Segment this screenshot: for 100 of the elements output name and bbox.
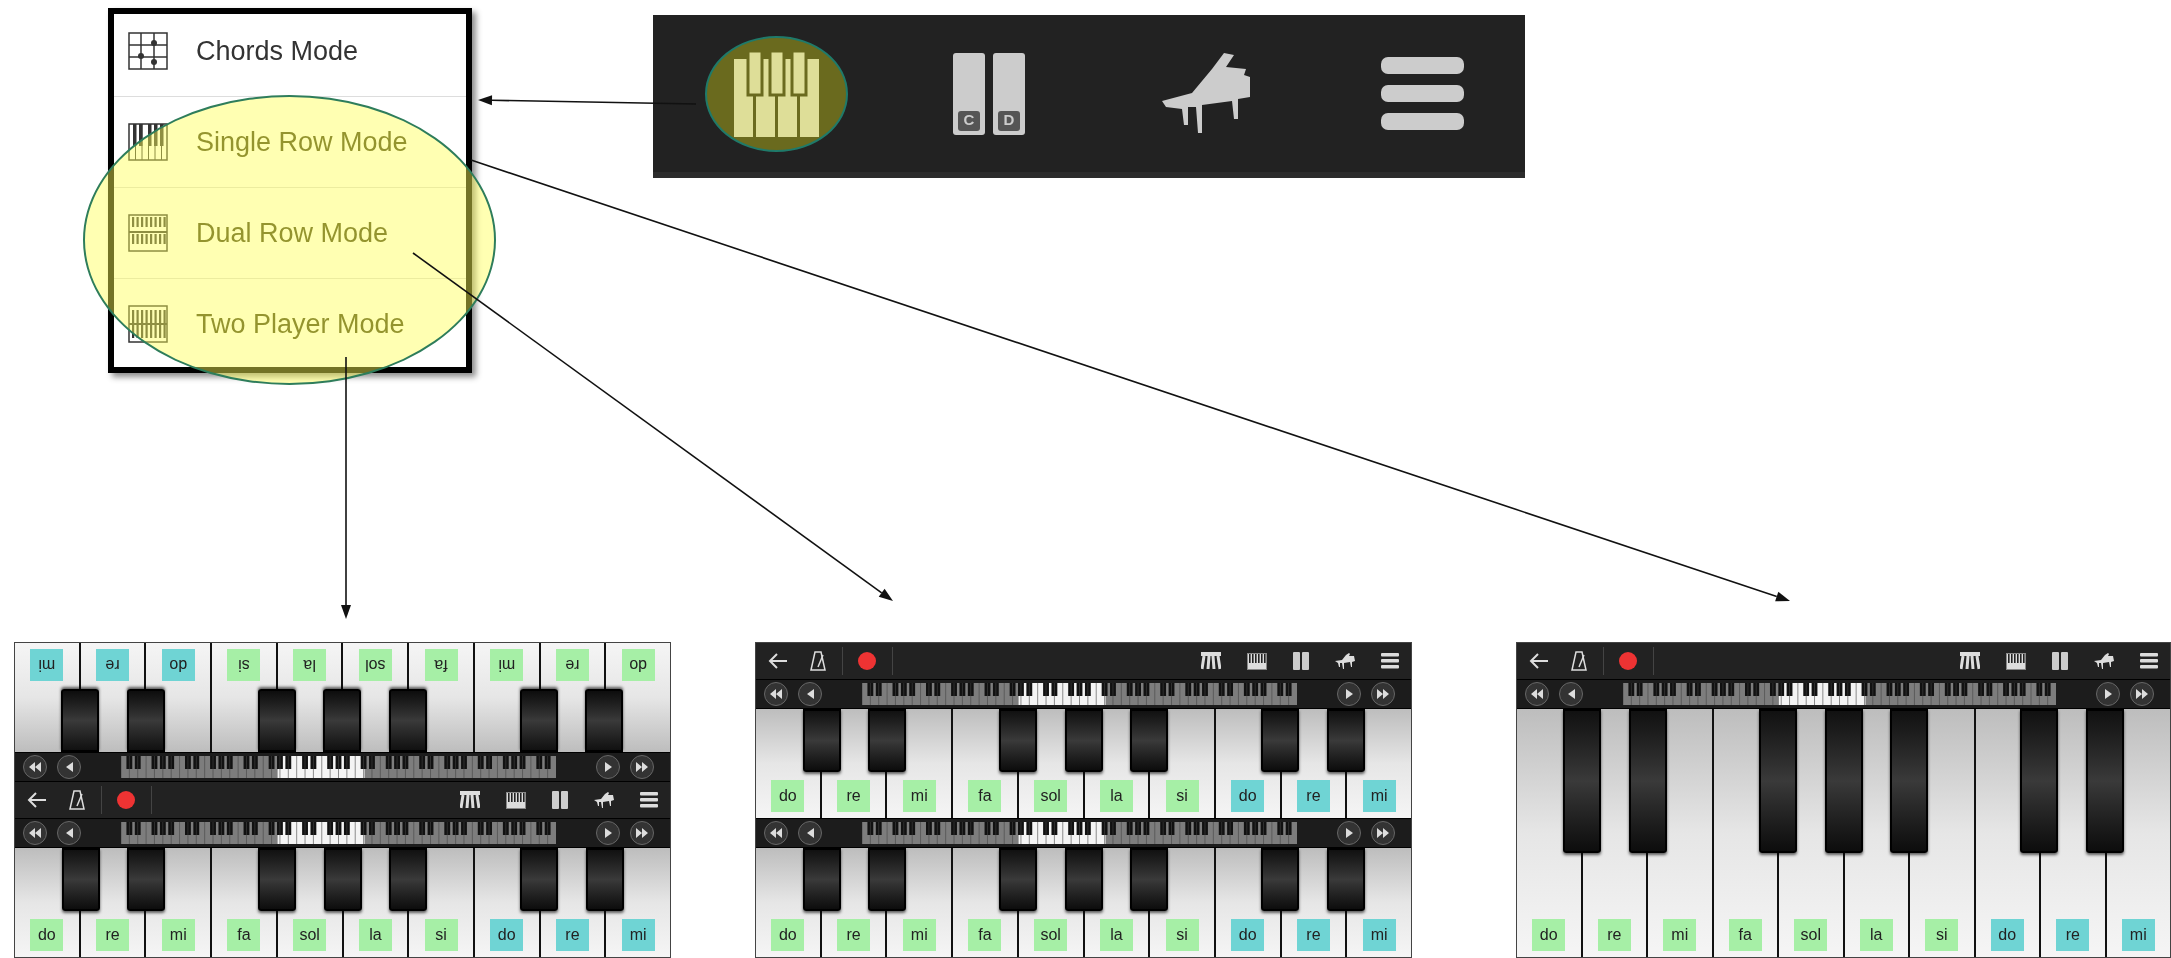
keyboard-overview-drawing[interactable] (1623, 683, 2056, 705)
menu-icon[interactable] (1381, 653, 1399, 669)
toolbar-button[interactable]: C D (953, 52, 1025, 135)
sharp-key[interactable] (1064, 848, 1103, 912)
next-button[interactable] (2096, 682, 2120, 706)
note-label: re (96, 649, 130, 681)
next-button[interactable] (596, 755, 620, 779)
fast-forward-icon (636, 762, 648, 772)
sharp-key[interactable] (585, 688, 624, 752)
note-label: do (30, 919, 64, 951)
toolbar-button[interactable] (1162, 52, 1250, 135)
rewind-button[interactable] (23, 821, 47, 845)
sharp-key[interactable] (1563, 709, 1602, 853)
note-label: sol (358, 649, 392, 681)
sharp-key[interactable] (61, 848, 100, 912)
rewind-button[interactable] (1525, 682, 1549, 706)
fast-forward-button[interactable] (630, 821, 654, 845)
metronome-icon[interactable] (810, 651, 826, 671)
next-button[interactable] (596, 821, 620, 845)
keyboard-overview-drawing[interactable] (862, 822, 1297, 844)
chord-icon[interactable] (1201, 652, 1221, 670)
note-label: re (837, 780, 871, 812)
fast-forward-button[interactable] (2130, 682, 2154, 706)
grand-piano-icon[interactable] (1335, 653, 1355, 669)
fast-forward-button[interactable] (1371, 682, 1395, 706)
menu-item-label: Two Player Mode (196, 307, 405, 341)
note-label: si (227, 649, 261, 681)
sharp-key[interactable] (2085, 709, 2124, 853)
record-icon[interactable] (117, 791, 135, 809)
rewind-button[interactable] (764, 682, 788, 706)
note-label: fa (968, 919, 1002, 951)
rewind-button[interactable] (764, 821, 788, 845)
menu-item[interactable]: Two Player Mode (114, 279, 466, 367)
fast-forward-icon (1377, 689, 1389, 699)
sharp-key[interactable] (61, 688, 100, 752)
next-icon (2104, 689, 2112, 699)
keyboard-overview-drawing[interactable] (862, 683, 1297, 705)
sharp-key[interactable] (323, 688, 362, 752)
sharp-key[interactable] (802, 848, 841, 912)
previous-button[interactable] (798, 821, 822, 845)
note-label: si (1925, 919, 1959, 951)
sharp-key[interactable] (323, 848, 362, 912)
sharp-key[interactable] (1064, 709, 1103, 773)
back-arrow-icon[interactable] (27, 791, 47, 809)
fast-forward-button[interactable] (1371, 821, 1395, 845)
previous-button[interactable] (1559, 682, 1583, 706)
record-icon[interactable] (858, 652, 876, 670)
sharp-key[interactable] (1889, 709, 1928, 853)
note-label: mi (902, 919, 936, 951)
previous-button[interactable] (57, 821, 81, 845)
menu-button[interactable] (1381, 57, 1464, 130)
menu-item[interactable]: Single Row Mode (114, 97, 466, 188)
keyboard-icon[interactable] (506, 791, 526, 809)
menu-icon[interactable] (2140, 653, 2158, 669)
menu-item[interactable]: Chords Mode (114, 14, 466, 97)
menu-item-label: Chords Mode (196, 34, 359, 68)
menu-item-label: Single Row Mode (196, 125, 408, 159)
sharp-key[interactable] (2020, 709, 2059, 853)
split-keys-icon[interactable] (1293, 652, 1309, 670)
chord-icon[interactable] (1960, 652, 1980, 670)
sharp-key[interactable] (585, 848, 624, 912)
next-button[interactable] (1337, 682, 1361, 706)
sharp-key[interactable] (1824, 709, 1863, 853)
sharp-key[interactable] (1759, 709, 1798, 853)
keyboard-icon[interactable] (2006, 652, 2026, 670)
previous-button[interactable] (798, 682, 822, 706)
grand-piano-icon[interactable] (594, 792, 614, 808)
rewind-icon (770, 828, 782, 838)
chord-icon[interactable] (460, 791, 480, 809)
sharp-key[interactable] (1326, 709, 1365, 773)
note-label: fa (227, 919, 261, 951)
split-keys-icon[interactable] (552, 791, 568, 809)
note-label: re (96, 919, 130, 951)
metronome-icon[interactable] (69, 790, 85, 810)
split-keys-icon[interactable] (2052, 652, 2068, 670)
note-label: do (161, 649, 195, 681)
rewind-button[interactable] (23, 755, 47, 779)
sharp-key[interactable] (802, 709, 841, 773)
record-icon[interactable] (1619, 652, 1637, 670)
back-arrow-icon[interactable] (1529, 652, 1549, 670)
piano-keys-icon (128, 123, 168, 161)
metronome-icon[interactable] (1571, 651, 1587, 671)
back-arrow-icon[interactable] (768, 652, 788, 670)
next-button[interactable] (1337, 821, 1361, 845)
previous-button[interactable] (57, 755, 81, 779)
menu-icon[interactable] (640, 792, 658, 808)
note-label: sol (1034, 780, 1068, 812)
sharp-key[interactable] (1628, 709, 1667, 853)
fast-forward-button[interactable] (630, 755, 654, 779)
keyboard-overview-drawing[interactable] (121, 756, 556, 778)
keyboard-overview-drawing[interactable] (121, 822, 556, 844)
keyboard-icon[interactable] (1247, 652, 1267, 670)
note-label: do (1231, 780, 1265, 812)
menu-item[interactable]: Dual Row Mode (114, 188, 466, 279)
note-label: la (293, 649, 327, 681)
grand-piano-icon[interactable] (2094, 653, 2114, 669)
note-label: mi (2121, 919, 2155, 951)
sharp-key[interactable] (1326, 848, 1365, 912)
note-label: la (358, 919, 392, 951)
note-label: mi (161, 919, 195, 951)
